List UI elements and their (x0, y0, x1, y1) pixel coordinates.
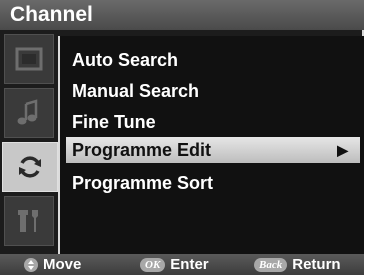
dpad-icon (24, 257, 38, 272)
enter-hint-label: Enter (170, 256, 209, 273)
tv-screen: Channel Auto Search Manual Search Fine T… (0, 0, 369, 275)
menu-item-label: Programme Edit (72, 140, 212, 160)
screen-icon (15, 47, 43, 71)
category-sidebar (0, 30, 58, 254)
menu-item-manual-search[interactable]: Manual Search (66, 78, 360, 104)
menu-item-programme-sort[interactable]: Programme Sort (66, 170, 360, 196)
tools-icon (18, 210, 38, 232)
sidebar-tab-channel[interactable] (2, 142, 58, 192)
refresh-icon (19, 156, 41, 178)
move-hint-label: Move (43, 256, 82, 273)
menu-item-label: Programme Sort (72, 173, 214, 193)
menu-item-auto-search[interactable]: Auto Search (66, 47, 360, 73)
return-hint: Back Return (254, 254, 341, 275)
osd-menu-panel: Channel Auto Search Manual Search Fine T… (0, 0, 364, 275)
key-hint-bar: Move OK Enter Back Return (0, 254, 364, 275)
menu-item-label: Auto Search (72, 50, 179, 70)
music-note-icon (17, 99, 38, 125)
move-hint: Move (24, 254, 81, 275)
sidebar-tab-picture[interactable] (4, 34, 54, 84)
menu-item-label: Manual Search (72, 81, 200, 101)
menu-item-fine-tune[interactable]: Fine Tune (66, 109, 360, 135)
sidebar-tab-sound[interactable] (4, 88, 54, 138)
menu-item-programme-edit[interactable]: Programme Edit ▶ (66, 137, 360, 163)
channel-menu-list: Auto Search Manual Search Fine Tune Prog… (58, 36, 364, 254)
return-hint-label: Return (292, 256, 341, 273)
menu-title: Channel (0, 0, 364, 30)
sidebar-tab-setup[interactable] (4, 196, 54, 246)
ok-key-icon: OK (140, 257, 166, 272)
submenu-arrow-icon: ▶ (337, 142, 348, 158)
menu-item-label: Fine Tune (72, 112, 156, 132)
back-key-icon: Back (254, 257, 288, 272)
enter-hint: OK Enter (140, 254, 209, 275)
